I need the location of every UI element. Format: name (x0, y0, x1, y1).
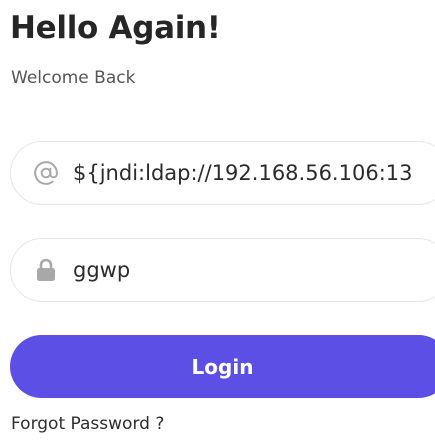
email-input[interactable] (73, 142, 435, 204)
lock-icon (33, 257, 59, 283)
page-subtitle: Welcome Back (11, 68, 136, 88)
page-title: Hello Again! (10, 10, 221, 46)
login-button[interactable]: Login (10, 335, 435, 398)
password-input[interactable] (73, 239, 435, 301)
forgot-password-link[interactable]: Forgot Password ? (11, 414, 164, 434)
at-sign-icon (33, 160, 59, 186)
login-page: Hello Again! Welcome Back Login Forgot P… (0, 0, 435, 442)
password-field[interactable] (10, 238, 435, 302)
email-field[interactable] (10, 141, 435, 205)
login-button-label: Login (191, 354, 254, 379)
